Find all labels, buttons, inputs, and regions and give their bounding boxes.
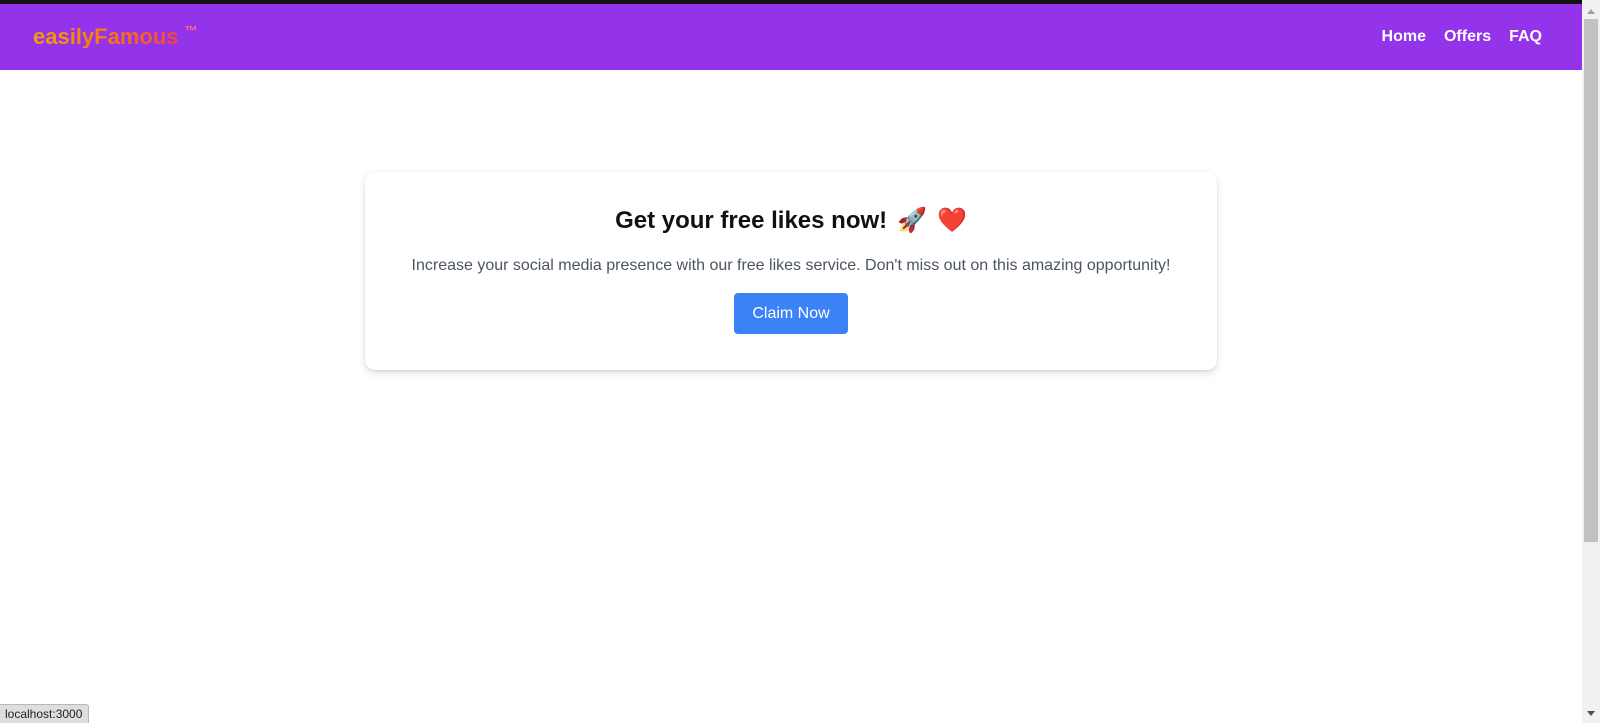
status-bar-url: localhost:3000 <box>0 704 90 723</box>
offer-card: Get your free likes now! 🚀 ❤️ Increase y… <box>365 172 1217 370</box>
nav-links: Home Offers FAQ <box>1382 28 1542 46</box>
trademark-symbol: ™ <box>184 23 198 38</box>
brand-logo[interactable]: easilyFamous ™ <box>33 23 198 49</box>
card-title: Get your free likes now! <box>615 206 888 234</box>
heart-icon: ❤️ <box>937 207 967 234</box>
nav-link-faq[interactable]: FAQ <box>1509 28 1542 46</box>
navbar: easilyFamous ™ Home Offers FAQ <box>0 4 1582 70</box>
card-description: Increase your social media presence with… <box>411 257 1171 274</box>
brand-name: easilyFamous <box>33 24 179 49</box>
scroll-up-arrow-icon[interactable] <box>1587 9 1595 14</box>
claim-now-button[interactable]: Claim Now <box>734 293 848 334</box>
rocket-icon: 🚀 <box>897 207 928 234</box>
scroll-thumb[interactable] <box>1584 19 1598 542</box>
card-title-row: Get your free likes now! 🚀 ❤️ <box>615 206 967 235</box>
nav-link-offers[interactable]: Offers <box>1444 28 1491 46</box>
vertical-scrollbar[interactable] <box>1582 0 1600 723</box>
nav-link-home[interactable]: Home <box>1382 28 1426 46</box>
scroll-down-arrow-icon[interactable] <box>1587 711 1595 716</box>
